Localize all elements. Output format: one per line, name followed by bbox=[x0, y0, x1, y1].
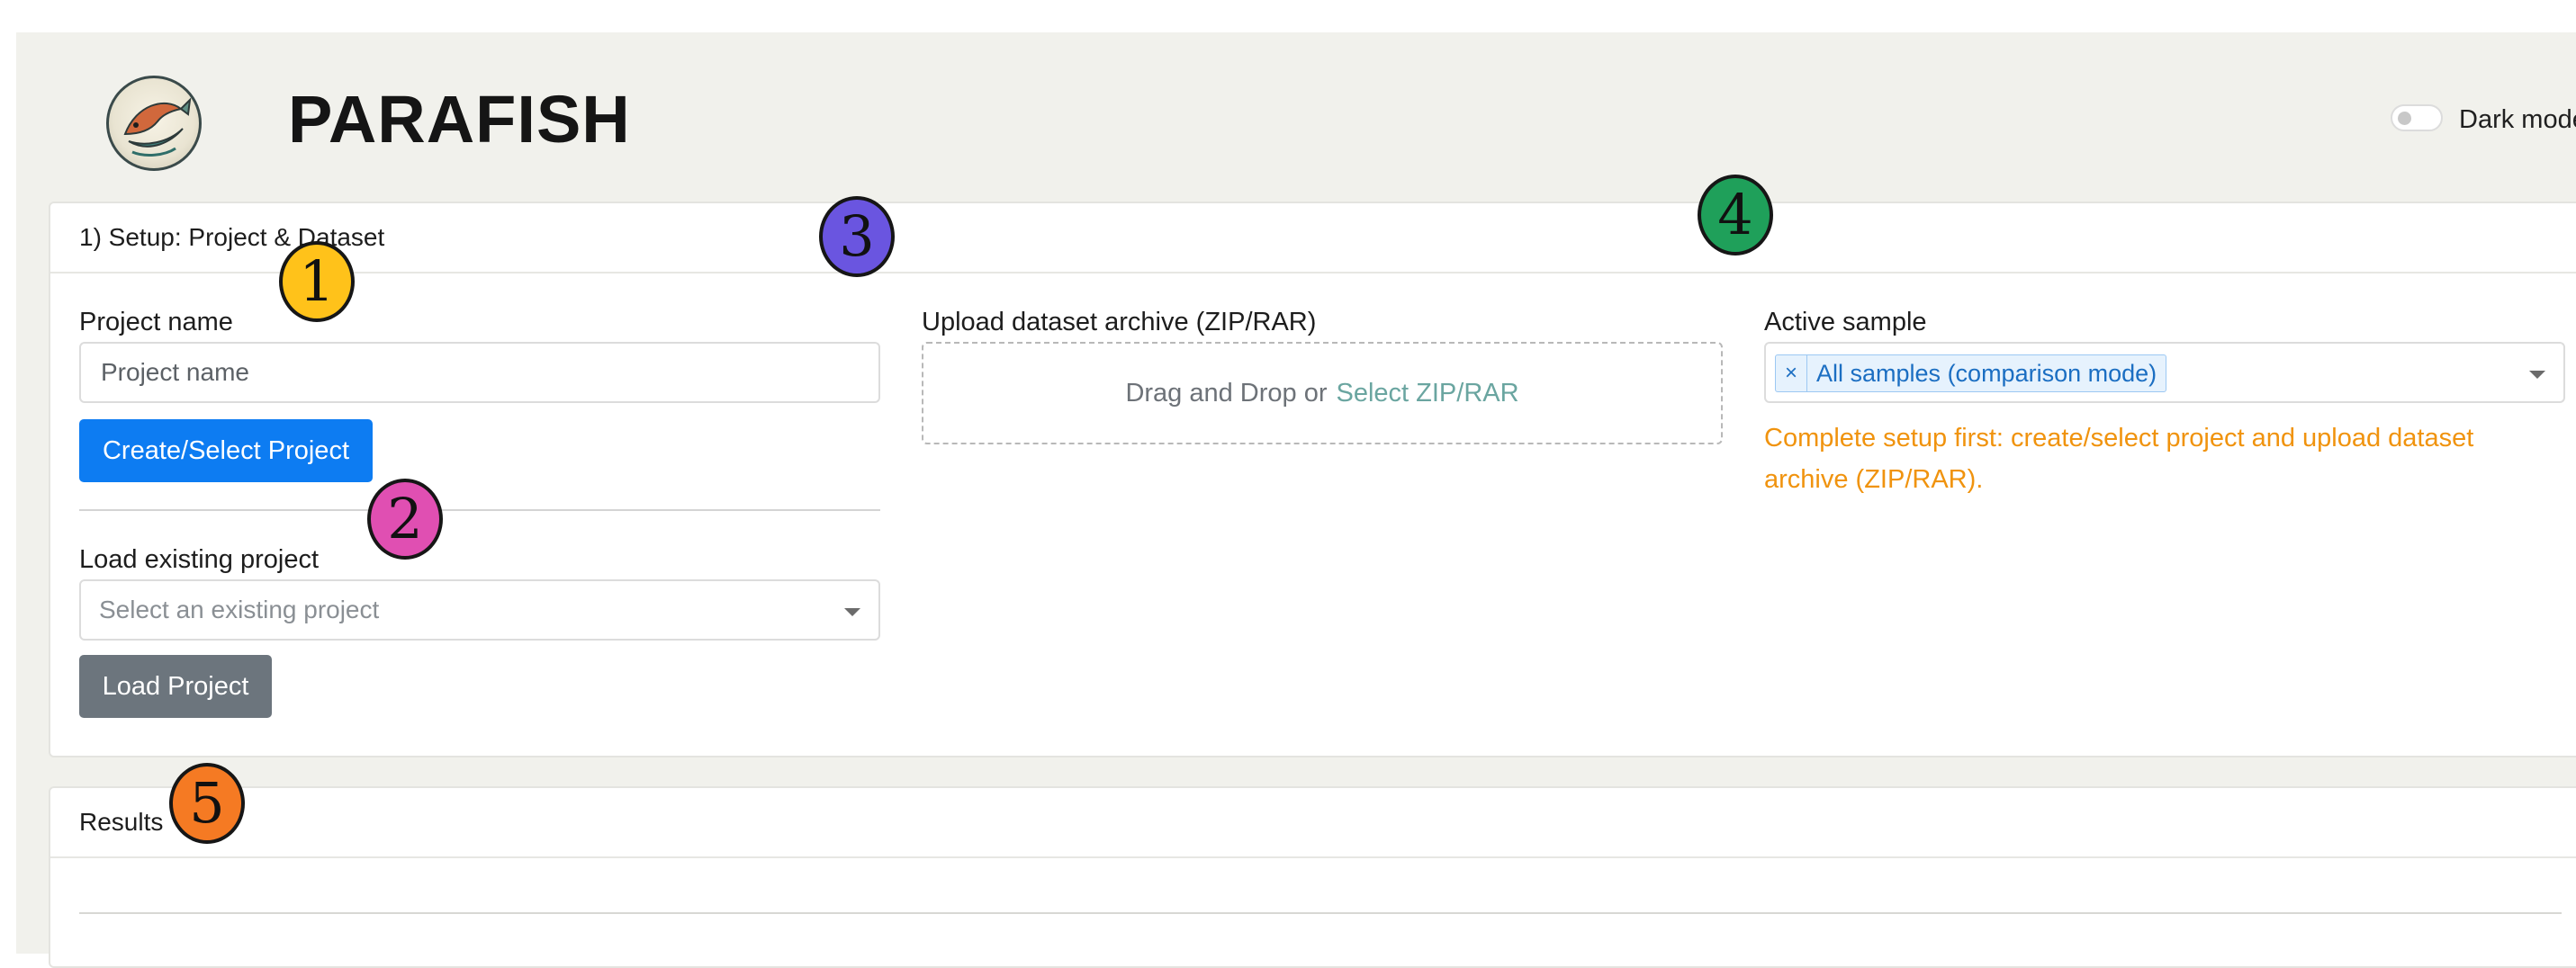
select-zip-rar-link[interactable]: Select ZIP/RAR bbox=[1337, 379, 1519, 408]
upload-label: Upload dataset archive (ZIP/RAR) bbox=[922, 308, 1317, 336]
setup-warning: Complete setup first: create/select proj… bbox=[1764, 424, 2474, 494]
project-name-input[interactable] bbox=[79, 342, 880, 403]
toggle-knob bbox=[2398, 112, 2411, 125]
callout-badge-4: 4 bbox=[1698, 175, 1773, 255]
fish-logo-icon bbox=[106, 76, 202, 171]
callout-badge-1: 1 bbox=[279, 241, 355, 322]
setup-divider bbox=[79, 509, 880, 511]
chevron-down-icon bbox=[2529, 371, 2545, 379]
callout-badge-3: 3 bbox=[819, 196, 895, 277]
active-sample-label: Active sample bbox=[1764, 308, 1927, 336]
setup-card: 1) Setup: Project & Dataset Project name… bbox=[49, 202, 2576, 757]
active-sample-select[interactable]: × All samples (comparison mode) bbox=[1764, 342, 2565, 403]
upload-dropzone[interactable]: Drag and Drop or Select ZIP/RAR bbox=[922, 342, 1723, 444]
active-sample-tag: × All samples (comparison mode) bbox=[1775, 354, 2167, 392]
results-card-title: Results bbox=[50, 788, 2576, 858]
remove-tag-icon[interactable]: × bbox=[1776, 355, 1808, 391]
results-card: Results bbox=[49, 786, 2576, 968]
results-divider bbox=[79, 912, 2562, 914]
callout-badge-2: 2 bbox=[367, 479, 443, 560]
callout-badge-5: 5 bbox=[169, 763, 245, 844]
dark-mode-toggle[interactable] bbox=[2391, 104, 2443, 131]
existing-project-select[interactable]: Select an existing project bbox=[79, 579, 880, 641]
project-name-label: Project name bbox=[79, 308, 233, 336]
upload-prompt: Drag and Drop or bbox=[1125, 378, 1328, 408]
app-title: PARAFISH bbox=[288, 82, 631, 157]
create-select-project-button[interactable]: Create/Select Project bbox=[79, 419, 373, 482]
dark-mode-label: Dark mode bbox=[2459, 105, 2576, 134]
load-existing-label: Load existing project bbox=[79, 545, 319, 574]
existing-project-placeholder: Select an existing project bbox=[99, 596, 380, 623]
app-container: PARAFISH Dark mode 1) Setup: Project & D… bbox=[16, 32, 2576, 968]
setup-card-title: 1) Setup: Project & Dataset bbox=[50, 203, 2576, 273]
active-sample-tag-label: All samples (comparison mode) bbox=[1816, 359, 2157, 387]
chevron-down-icon bbox=[844, 608, 860, 616]
load-project-button[interactable]: Load Project bbox=[79, 655, 272, 718]
